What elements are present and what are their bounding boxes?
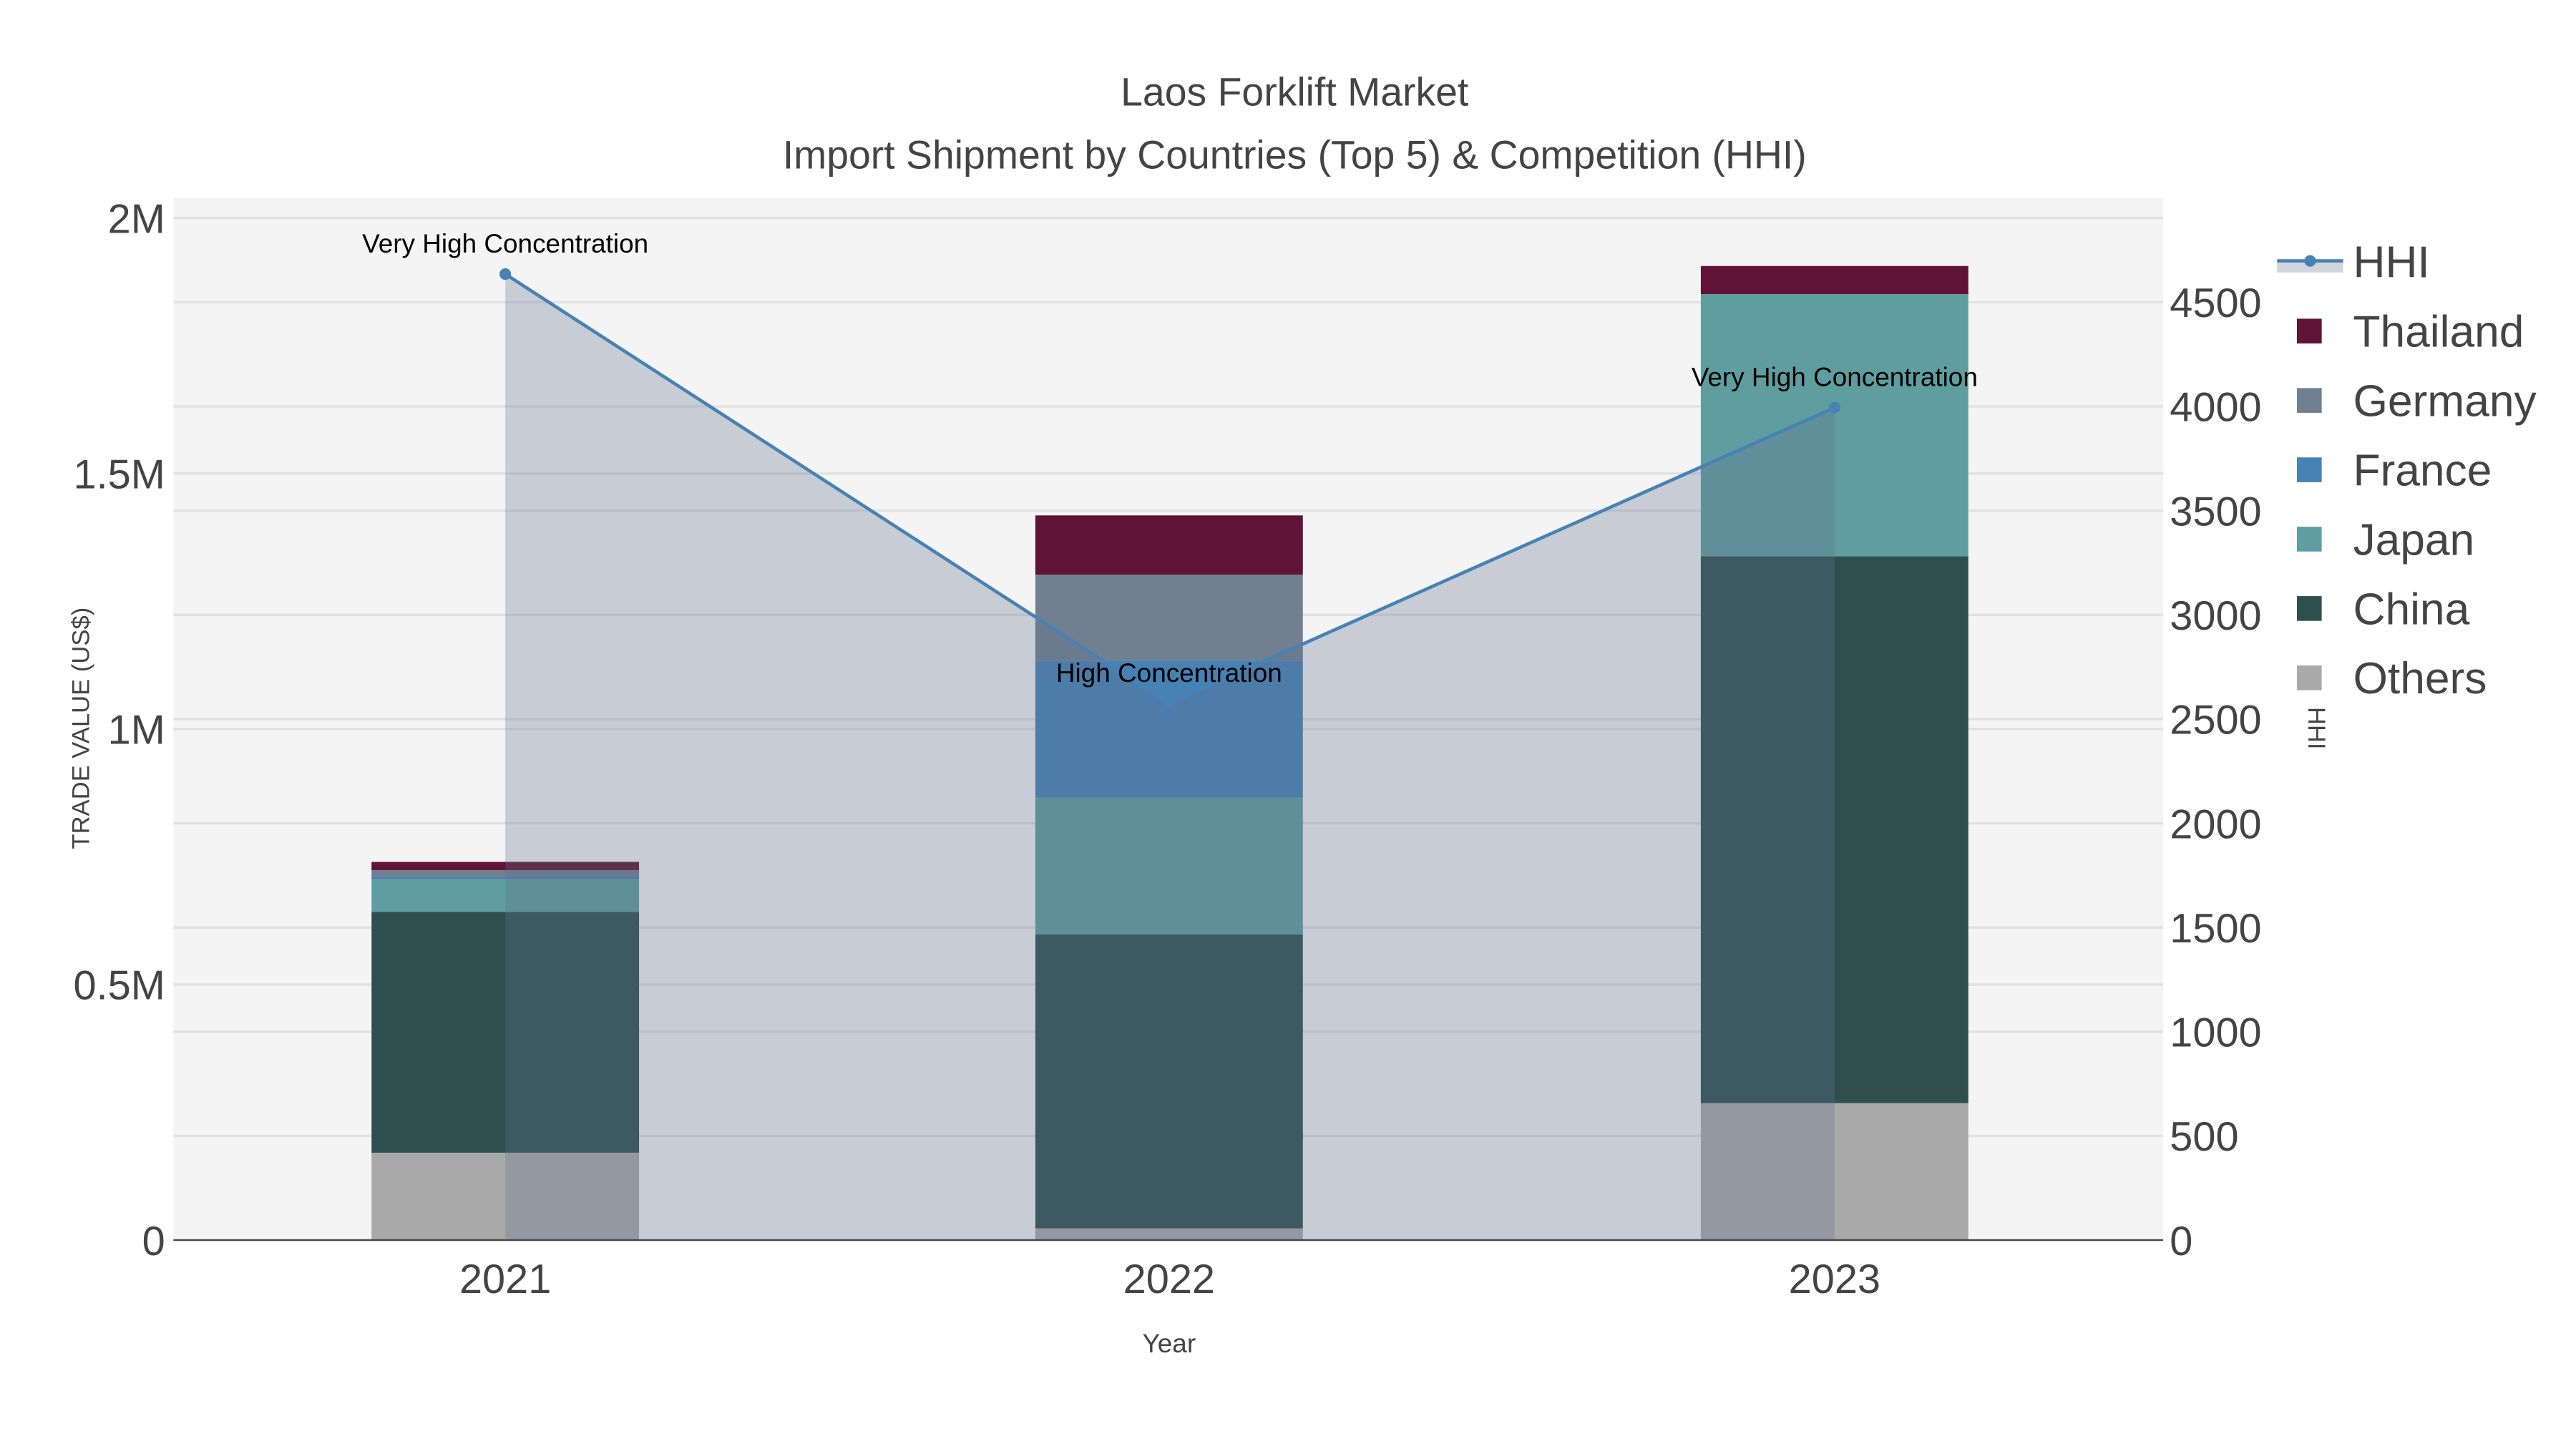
legend-hhi-marker	[2304, 255, 2316, 267]
y2-tick-label: 3000	[2170, 593, 2261, 639]
legend-swatch-germany	[2297, 388, 2322, 413]
legend-label-others: Others	[2353, 654, 2487, 703]
y2-tick-label: 4500	[2170, 280, 2261, 326]
legend-label-germany: Germany	[2353, 377, 2537, 426]
x-axis-label: Year	[1143, 1329, 1196, 1358]
x-tick-label: 2023	[1789, 1257, 1880, 1302]
x-tick-label: 2022	[1123, 1257, 1215, 1302]
y2-tick-label: 4000	[2170, 385, 2261, 431]
x-tick-label: 2021	[459, 1257, 551, 1302]
y2-tick-label: 2500	[2170, 698, 2261, 743]
y2-tick-label: 1500	[2170, 906, 2261, 952]
y-tick-label: 1.5M	[74, 452, 165, 498]
legend-label-japan: Japan	[2353, 515, 2474, 565]
legend-swatch-others	[2297, 665, 2322, 691]
y2-tick-label: 0	[2170, 1219, 2192, 1264]
y-tick-label: 0	[142, 1219, 165, 1264]
chart-subtitle: Import Shipment by Countries (Top 5) & C…	[783, 132, 1807, 177]
chart-title: Laos Forklift Market	[1121, 70, 1468, 114]
y2-axis-label: HHI	[2303, 707, 2330, 750]
legend-swatch-france	[2297, 457, 2322, 482]
bar-thailand-2023	[1700, 265, 1968, 295]
y2-tick-label: 1000	[2170, 1010, 2261, 1056]
y-tick-label: 2M	[108, 196, 165, 242]
chart: 0 0.5M 1M 1.5M 2M 0 500 1000 1500 2000 2500 3000 35…	[0, 0, 2576, 1449]
y2-tick-label: 500	[2170, 1114, 2238, 1160]
hhi-point	[499, 268, 512, 280]
legend-label-thailand: Thailand	[2353, 308, 2524, 357]
bar-thailand-2022	[1035, 515, 1303, 575]
hhi-annotation: Very High Concentration	[362, 229, 648, 258]
legend-label-france: France	[2353, 446, 2492, 495]
legend-swatch-china	[2297, 596, 2322, 621]
y2-tick-label: 2000	[2170, 801, 2261, 847]
y2-tick-label: 3500	[2170, 489, 2261, 535]
legend-swatch-thailand	[2297, 318, 2322, 343]
legend-label-hhi: HHI	[2353, 238, 2429, 288]
hhi-point	[1828, 401, 1840, 414]
y-tick-label: 0.5M	[74, 963, 165, 1009]
legend-label-china: China	[2353, 585, 2469, 634]
y-tick-label: 1M	[108, 708, 165, 753]
y-axis-label: TRADE VALUE (US$)	[68, 608, 95, 849]
legend-swatch-japan	[2297, 527, 2322, 552]
hhi-point	[1163, 697, 1175, 710]
hhi-annotation: Very High Concentration	[1692, 363, 1978, 392]
hhi-annotation: High Concentration	[1056, 658, 1282, 688]
